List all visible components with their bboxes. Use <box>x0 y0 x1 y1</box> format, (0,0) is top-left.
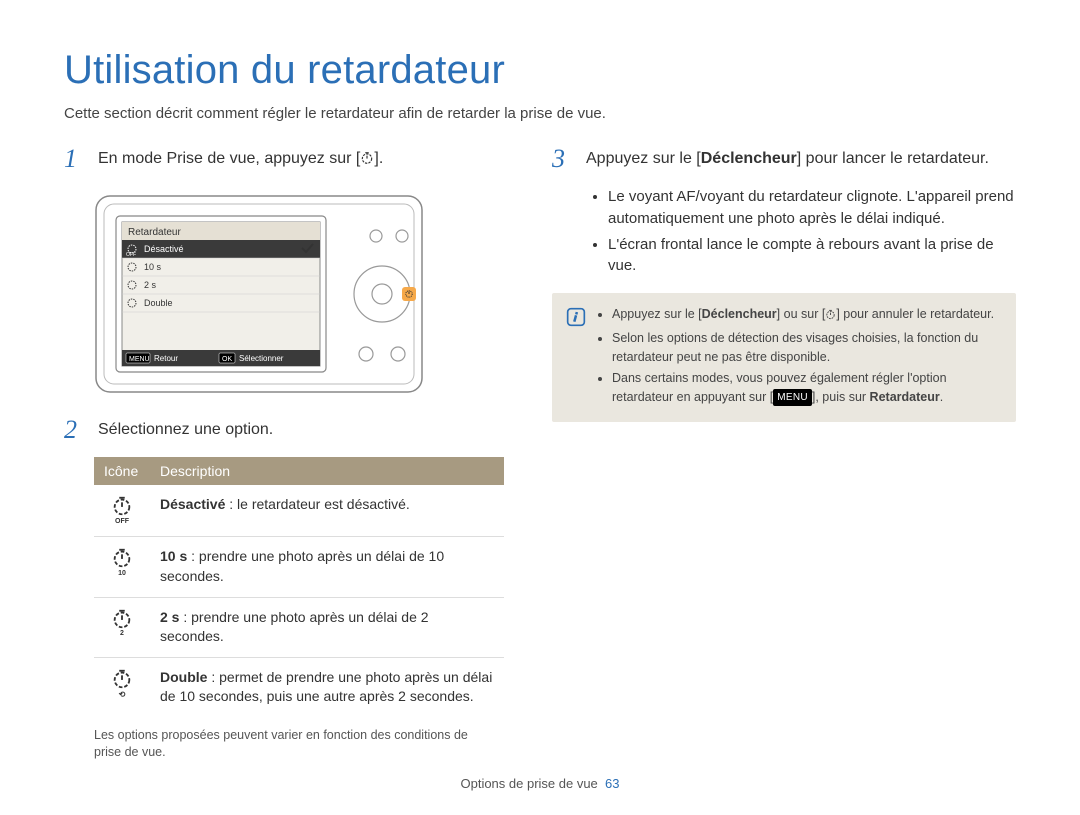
svg-text:2 s: 2 s <box>144 280 157 290</box>
step-number: 2 <box>64 417 86 443</box>
info-n1-b: ] ou sur [ <box>777 307 826 321</box>
step-3-bold: Déclencheur <box>701 150 797 167</box>
option-desc: Double : permet de prendre une photo apr… <box>150 657 504 717</box>
info-n1-a: Appuyez sur le [ <box>612 307 702 321</box>
step-number: 1 <box>64 146 86 172</box>
table-row: 10 10 s : prendre une photo après un dél… <box>94 537 504 597</box>
timer-10-icon: 10 <box>94 537 150 597</box>
content-columns: 1 En mode Prise de vue, appuyez sur []. … <box>64 146 1016 762</box>
table-header-desc: Description <box>150 457 504 485</box>
step-3-text-b: ] pour lancer le retardateur. <box>797 150 989 167</box>
timer-off-icon: OFF <box>94 485 150 537</box>
table-row: 2 2 s : prendre une photo après un délai… <box>94 597 504 657</box>
info-note: Appuyez sur le [Déclencheur] ou sur [ ] p… <box>612 305 1002 326</box>
intro-text: Cette section décrit comment régler le r… <box>64 105 1016 122</box>
svg-text:OFF: OFF <box>126 252 136 258</box>
svg-text:Double: Double <box>144 298 173 308</box>
svg-text:Sélectionner: Sélectionner <box>239 354 284 363</box>
svg-text:MENU: MENU <box>129 356 150 363</box>
info-n3-bold: Retardateur <box>870 390 940 404</box>
left-column: 1 En mode Prise de vue, appuyez sur []. … <box>64 146 504 762</box>
menu-title: Retardateur <box>128 227 181 238</box>
svg-text:10 s: 10 s <box>144 262 162 272</box>
info-note: Selon les options de détection des visag… <box>612 329 1002 367</box>
info-n3-b: ], puis sur <box>812 390 870 404</box>
bullet-item: Le voyant AF/voyant du retardateur clign… <box>608 186 1016 230</box>
step-1-text-b: ]. <box>374 150 383 167</box>
info-icon <box>566 307 586 327</box>
timer-icon <box>360 151 374 170</box>
step-3-text-a: Appuyez sur le [ <box>586 150 701 167</box>
step-1: 1 En mode Prise de vue, appuyez sur []. <box>64 146 504 172</box>
step-3: 3 Appuyez sur le [Déclencheur] pour lanc… <box>552 146 1016 172</box>
step-3-bullets: Le voyant AF/voyant du retardateur clign… <box>598 186 1016 277</box>
step-text: Appuyez sur le [Déclencheur] pour lancer… <box>586 146 989 168</box>
table-row: OFF Désactivé : le retardateur est désac… <box>94 485 504 537</box>
svg-text:Retour: Retour <box>154 354 178 363</box>
bullet-item: L'écran frontal lance le compte à rebour… <box>608 234 1016 278</box>
svg-text:Désactivé: Désactivé <box>144 244 184 254</box>
camera-illustration: Retardateur OFF Désactivé 10 s 2 s Doubl… <box>94 194 424 394</box>
option-desc: 10 s : prendre une photo après un délai … <box>150 537 504 597</box>
step-2: 2 Sélectionnez une option. <box>64 417 504 443</box>
svg-text:OK: OK <box>222 356 232 363</box>
info-n3-c: . <box>940 390 943 404</box>
options-table: Icône Description OFF Désactivé : le ret… <box>94 457 504 717</box>
option-desc: Désactivé : le retardateur est désactivé… <box>150 485 504 537</box>
table-row: ⟲ Double : permet de prendre une photo a… <box>94 657 504 717</box>
step-1-text-a: En mode Prise de vue, appuyez sur [ <box>98 150 360 167</box>
footer-section: Options de prise de vue <box>460 776 597 791</box>
options-note: Les options proposées peuvent varier en … <box>94 727 494 762</box>
info-box: Appuyez sur le [Déclencheur] ou sur [ ] p… <box>552 293 1016 422</box>
right-column: 3 Appuyez sur le [Déclencheur] pour lanc… <box>552 146 1016 762</box>
info-n1-bold: Déclencheur <box>702 307 777 321</box>
info-list: Appuyez sur le [Déclencheur] ou sur [ ] p… <box>612 305 1002 410</box>
step-text: En mode Prise de vue, appuyez sur []. <box>98 146 383 170</box>
info-n1-c: ] pour annuler le retardateur. <box>836 307 994 321</box>
page-title: Utilisation du retardateur <box>64 48 1016 93</box>
menu-badge: MENU <box>773 389 812 406</box>
timer-2-icon: 2 <box>94 597 150 657</box>
option-desc: 2 s : prendre une photo après un délai d… <box>150 597 504 657</box>
step-text: Sélectionnez une option. <box>98 417 273 439</box>
info-note: Dans certains modes, vous pouvez égaleme… <box>612 369 1002 407</box>
footer-page-number: 63 <box>605 776 619 791</box>
table-header-icon: Icône <box>94 457 150 485</box>
page-footer: Options de prise de vue 63 <box>0 776 1080 791</box>
timer-icon <box>825 307 836 326</box>
timer-double-icon: ⟲ <box>94 657 150 717</box>
step-number: 3 <box>552 146 574 172</box>
